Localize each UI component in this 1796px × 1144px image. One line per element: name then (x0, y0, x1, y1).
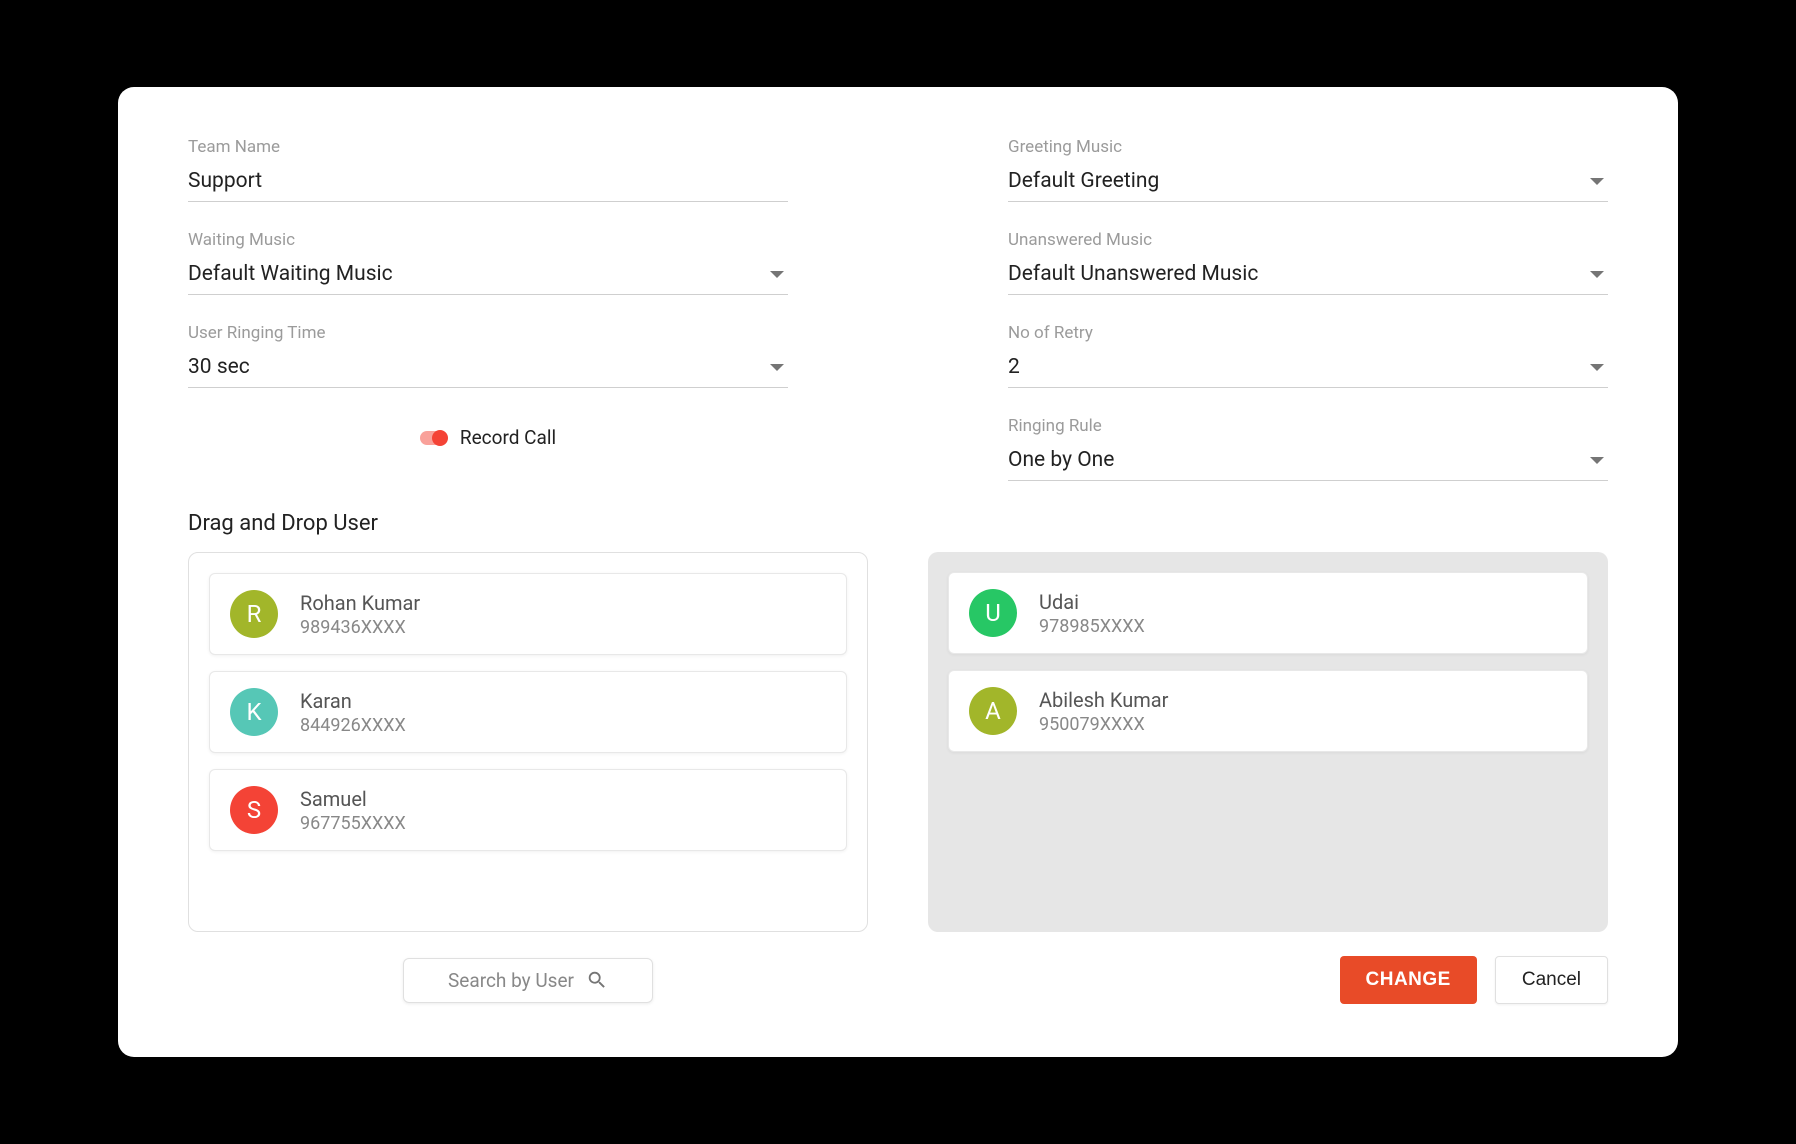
label-record-call: Record Call (460, 426, 556, 449)
user-card[interactable]: A Abilesh Kumar950079XXXX (948, 670, 1588, 752)
user-phone: 844926XXXX (300, 715, 406, 736)
user-info: Samuel967755XXXX (300, 787, 406, 834)
user-info: Karan844926XXXX (300, 689, 406, 736)
value-no-of-retry: 2 (1008, 355, 1020, 379)
avatar: S (230, 786, 278, 834)
value-greeting-music: Default Greeting (1008, 169, 1159, 193)
avatar: U (969, 589, 1017, 637)
panel-source-users[interactable]: R Rohan Kumar989436XXXX K Karan844926XXXX SS… (188, 552, 868, 932)
value-ringing-time: 30 sec (188, 355, 250, 379)
select-no-of-retry[interactable]: 2 (1008, 351, 1608, 388)
section-title-drag-drop: Drag and Drop User (188, 511, 1608, 536)
user-name: Karan (300, 689, 406, 713)
user-name: Abilesh Kumar (1039, 688, 1168, 712)
user-phone: 967755XXXX (300, 813, 406, 834)
field-team-name: Team Name Support (188, 137, 788, 202)
user-phone: 950079XXXX (1039, 714, 1168, 735)
chevron-down-icon (1590, 271, 1604, 278)
form-grid: Team Name Support Waiting Music Default … (188, 137, 1608, 481)
search-wrap: Search by User (188, 958, 868, 1003)
cancel-button[interactable]: Cancel (1495, 956, 1608, 1004)
label-team-name: Team Name (188, 137, 788, 157)
avatar: K (230, 688, 278, 736)
label-greeting-music: Greeting Music (1008, 137, 1608, 157)
label-ringing-rule: Ringing Rule (1008, 416, 1608, 436)
chevron-down-icon (1590, 457, 1604, 464)
panel-target-users[interactable]: U Udai978985XXXX A Abilesh Kumar950079XXXX (928, 552, 1608, 932)
field-waiting-music: Waiting Music Default Waiting Music (188, 230, 788, 295)
drag-drop-panels: R Rohan Kumar989436XXXX K Karan844926XXXX SS… (188, 552, 1608, 932)
user-phone: 989436XXXX (300, 617, 420, 638)
user-card[interactable]: K Karan844926XXXX (209, 671, 847, 753)
field-no-of-retry: No of Retry 2 (1008, 323, 1608, 388)
toggle-row-record-call: Record Call (188, 426, 788, 449)
avatar: A (969, 687, 1017, 735)
field-greeting-music: Greeting Music Default Greeting (1008, 137, 1608, 202)
chevron-down-icon (770, 271, 784, 278)
user-card[interactable]: S Samuel967755XXXX (209, 769, 847, 851)
value-ringing-rule: One by One (1008, 448, 1114, 472)
input-team-name[interactable]: Support (188, 165, 788, 202)
value-team-name: Support (188, 169, 262, 193)
form-col-right: Greeting Music Default Greeting Unanswer… (1008, 137, 1608, 481)
search-input[interactable]: Search by User (403, 958, 653, 1003)
form-col-left: Team Name Support Waiting Music Default … (188, 137, 788, 481)
toggle-record-call[interactable] (420, 431, 446, 445)
change-button[interactable]: CHANGE (1340, 956, 1477, 1004)
select-ringing-rule[interactable]: One by One (1008, 444, 1608, 481)
field-unanswered-music: Unanswered Music Default Unanswered Musi… (1008, 230, 1608, 295)
select-waiting-music[interactable]: Default Waiting Music (188, 258, 788, 295)
user-info: Udai978985XXXX (1039, 590, 1145, 637)
chevron-down-icon (1590, 178, 1604, 185)
avatar: R (230, 590, 278, 638)
label-waiting-music: Waiting Music (188, 230, 788, 250)
value-waiting-music: Default Waiting Music (188, 262, 393, 286)
chevron-down-icon (770, 364, 784, 371)
value-unanswered-music: Default Unanswered Music (1008, 262, 1258, 286)
chevron-down-icon (1590, 364, 1604, 371)
user-info: Rohan Kumar989436XXXX (300, 591, 420, 638)
label-unanswered-music: Unanswered Music (1008, 230, 1608, 250)
user-phone: 978985XXXX (1039, 616, 1145, 637)
select-ringing-time[interactable]: 30 sec (188, 351, 788, 388)
footer: Search by User CHANGE Cancel (188, 956, 1608, 1004)
user-card[interactable]: R Rohan Kumar989436XXXX (209, 573, 847, 655)
label-no-of-retry: No of Retry (1008, 323, 1608, 343)
user-name: Udai (1039, 590, 1145, 614)
search-placeholder: Search by User (448, 969, 574, 992)
label-ringing-time: User Ringing Time (188, 323, 788, 343)
dialog-card: Team Name Support Waiting Music Default … (118, 87, 1678, 1057)
field-ringing-time: User Ringing Time 30 sec (188, 323, 788, 388)
user-name: Samuel (300, 787, 406, 811)
user-name: Rohan Kumar (300, 591, 420, 615)
select-greeting-music[interactable]: Default Greeting (1008, 165, 1608, 202)
user-info: Abilesh Kumar950079XXXX (1039, 688, 1168, 735)
search-icon (586, 969, 608, 991)
action-buttons: CHANGE Cancel (928, 956, 1608, 1004)
user-card[interactable]: U Udai978985XXXX (948, 572, 1588, 654)
field-ringing-rule: Ringing Rule One by One (1008, 416, 1608, 481)
select-unanswered-music[interactable]: Default Unanswered Music (1008, 258, 1608, 295)
